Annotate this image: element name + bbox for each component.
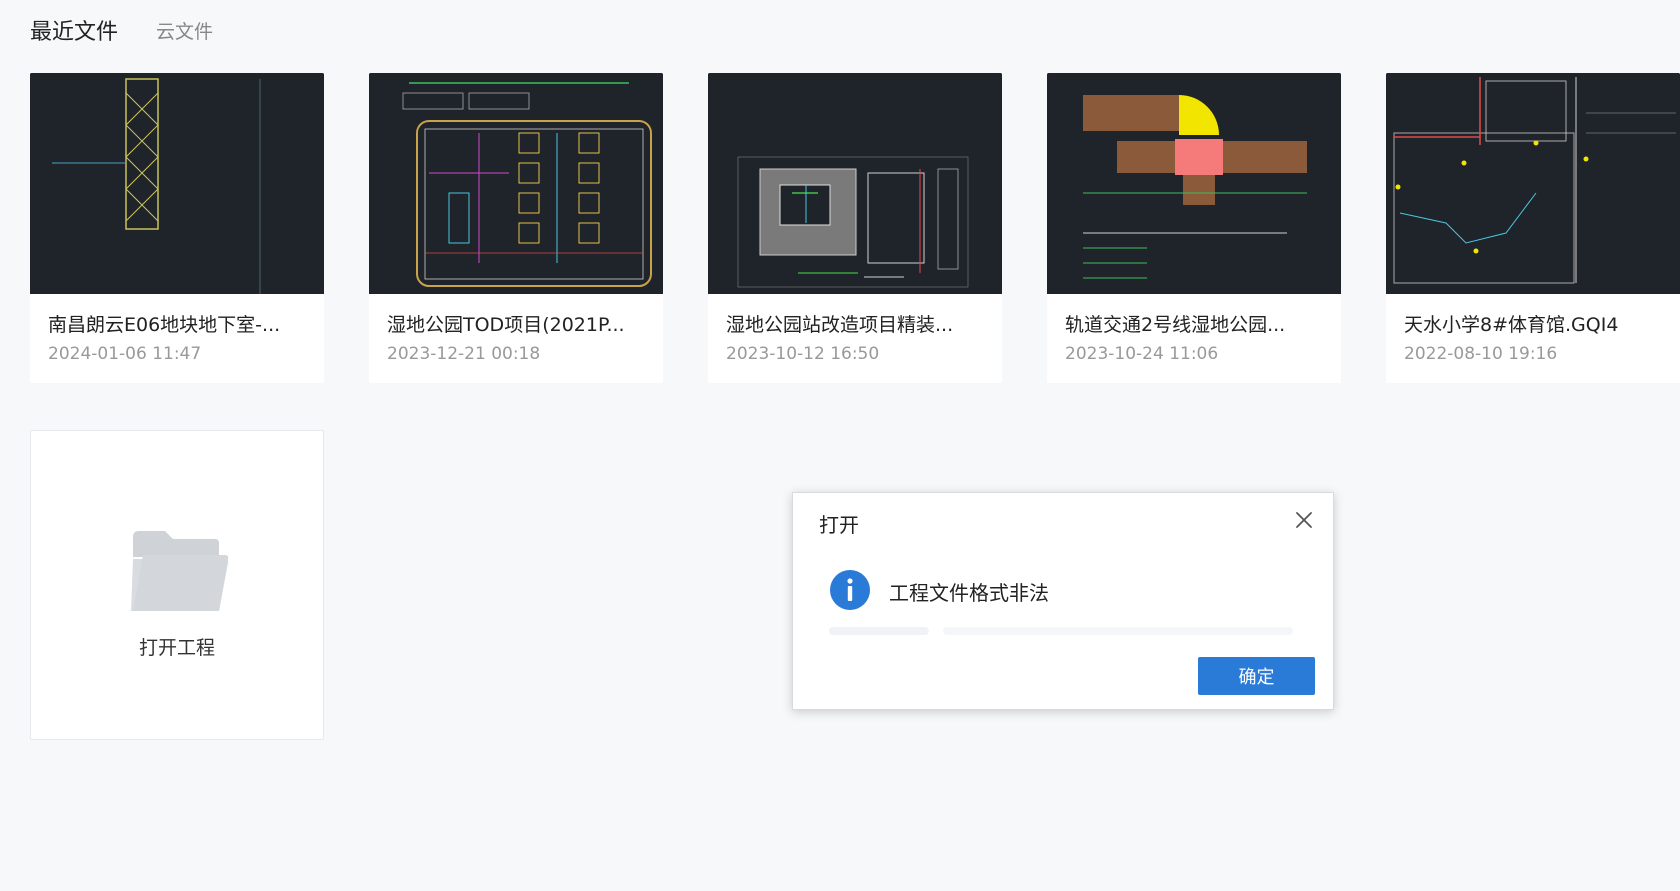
error-dialog: 打开 工程文件格式非法 确定 [792, 492, 1334, 710]
recent-files-list: 南昌朗云E06地块地下室-... 2024-01-06 11:47 湿地公园TO… [30, 73, 1680, 385]
blurred-text [829, 627, 929, 635]
file-thumbnail [369, 73, 663, 294]
file-name: 湿地公园TOD项目(2021P... [387, 314, 625, 336]
file-thumbnail [1047, 73, 1341, 294]
file-date: 2023-12-21 00:18 [387, 344, 541, 364]
recent-file-card[interactable]: 湿地公园站改造项目精装... 2023-10-12 16:50 [708, 73, 1002, 383]
folder-icon [131, 531, 229, 611]
dialog-title: 打开 [819, 513, 859, 537]
file-thumbnail [708, 73, 1002, 294]
file-name: 轨道交通2号线湿地公园... [1065, 314, 1286, 336]
file-tabs: 最近文件 云文件 [30, 12, 213, 48]
recent-file-card[interactable]: 轨道交通2号线湿地公园... 2023-10-24 11:06 [1047, 73, 1341, 383]
file-name: 湿地公园站改造项目精装... [726, 314, 954, 336]
open-project-label: 打开工程 [138, 637, 215, 659]
file-date: 2022-08-10 19:16 [1404, 344, 1558, 364]
file-date: 2023-10-12 16:50 [726, 344, 880, 364]
recent-file-card[interactable]: 天水小学8#体育馆.GQI4 2022-08-10 19:16 [1386, 73, 1680, 383]
recent-file-card[interactable]: 湿地公园TOD项目(2021P... 2023-12-21 00:18 [369, 73, 663, 383]
info-icon [830, 570, 870, 610]
tab-recent-files[interactable]: 最近文件 [30, 14, 118, 46]
close-icon[interactable] [1291, 507, 1317, 533]
recent-file-card[interactable]: 南昌朗云E06地块地下室-... 2024-01-06 11:47 [30, 73, 324, 383]
file-name: 天水小学8#体育馆.GQI4 [1404, 314, 1619, 336]
file-date: 2023-10-24 11:06 [1065, 344, 1219, 364]
file-date: 2024-01-06 11:47 [48, 344, 202, 364]
file-thumbnail [1386, 73, 1680, 294]
open-project-button[interactable]: 打开工程 [30, 430, 324, 740]
confirm-button[interactable]: 确定 [1198, 657, 1315, 695]
file-thumbnail [30, 73, 324, 294]
file-name: 南昌朗云E06地块地下室-... [48, 314, 281, 336]
tab-cloud-files[interactable]: 云文件 [156, 17, 213, 44]
dialog-message: 工程文件格式非法 [889, 581, 1049, 605]
blurred-text [943, 627, 1293, 635]
